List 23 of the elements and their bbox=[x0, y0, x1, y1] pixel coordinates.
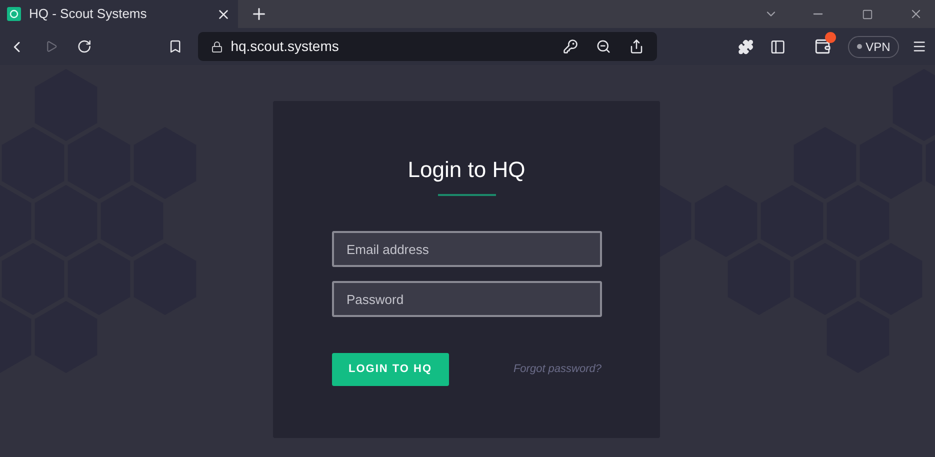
address-bar[interactable]: hq.scout.systems bbox=[198, 32, 658, 61]
sidebar-icon[interactable] bbox=[770, 38, 786, 54]
new-tab-icon[interactable] bbox=[250, 5, 268, 23]
key-icon[interactable] bbox=[563, 39, 578, 54]
email-field[interactable]: Email address bbox=[332, 231, 602, 267]
login-title: Login to HQ bbox=[408, 156, 526, 184]
maximize-icon[interactable] bbox=[862, 8, 873, 20]
app-logo-icon bbox=[7, 7, 21, 21]
menu-icon[interactable] bbox=[912, 39, 928, 54]
close-window-icon[interactable] bbox=[909, 7, 923, 21]
reload-icon[interactable] bbox=[77, 39, 92, 54]
zoom-out-icon[interactable] bbox=[596, 39, 612, 54]
password-field[interactable]: Password bbox=[332, 281, 602, 317]
lock-icon bbox=[210, 40, 223, 52]
forward-icon[interactable] bbox=[44, 40, 58, 53]
browser-tab[interactable]: HQ - Scout Systems bbox=[0, 0, 238, 28]
url-text: hq.scout.systems bbox=[230, 37, 340, 56]
share-icon[interactable] bbox=[629, 39, 644, 54]
wallet-icon[interactable] bbox=[814, 38, 831, 55]
bookmark-icon[interactable] bbox=[168, 39, 183, 54]
tab-title: HQ - Scout Systems bbox=[29, 5, 148, 24]
extensions-icon[interactable] bbox=[738, 38, 754, 54]
vpn-button[interactable]: VPN bbox=[848, 36, 900, 58]
